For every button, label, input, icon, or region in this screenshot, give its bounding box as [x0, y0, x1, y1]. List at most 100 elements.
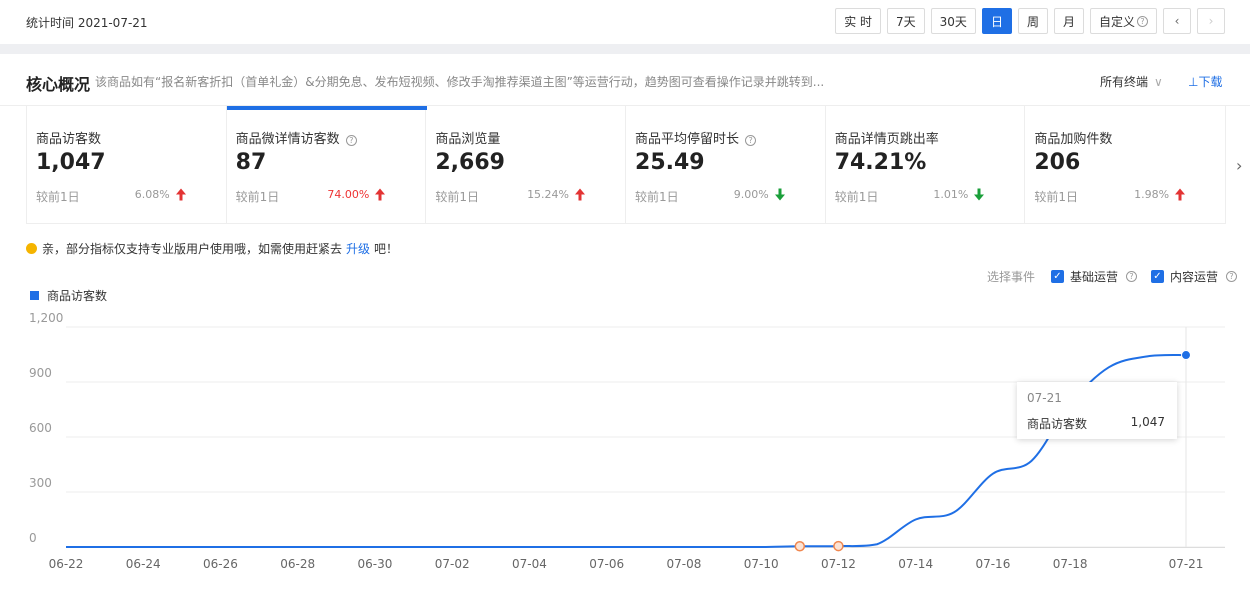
period-month-button[interactable]: 月 [1053, 8, 1084, 34]
period-selector: 实 时 7天 30天 日 周 月 自定义 ? ‹ › [835, 8, 1225, 34]
chevron-right-icon: › [1208, 14, 1214, 28]
x-tick-label: 07-12 [821, 557, 856, 571]
x-tick-label: 07-21 [1169, 557, 1204, 571]
metric-value: 74.21% [834, 150, 927, 175]
event-basic-checkbox[interactable]: ✓ 基础运营 ? [1050, 268, 1137, 285]
custom-label: 自定义 [1098, 14, 1135, 29]
period-custom-button[interactable]: 自定义 ? [1089, 8, 1157, 34]
y-tick-label: 300 [29, 476, 52, 490]
metric-change-percent: 1.98% [1134, 188, 1170, 201]
y-tick-label: 600 [29, 421, 52, 435]
metric-change-percent: 15.24% [527, 188, 570, 201]
chevron-left-icon: ‹ [1174, 14, 1180, 28]
metric-label: 商品详情页跳出率 [834, 132, 939, 147]
x-tick-label: 06-30 [358, 557, 393, 571]
x-tick-label: 07-16 [975, 557, 1010, 571]
x-tick-label: 07-08 [666, 557, 701, 571]
visitor-trend-chart[interactable]: 0 300 600 900 1,200 06-22 06-24 06-26 06-28 06-30… [0, 300, 1250, 596]
period-30d-button[interactable]: 30天 [930, 8, 976, 34]
checkbox-checked-icon: ✓ [1150, 270, 1164, 283]
metric-value: 2,669 [435, 150, 505, 175]
metric-card[interactable]: 商品微详情访客数 ? 87 较前1日 74.00% [226, 106, 427, 223]
arrow-up-icon [175, 188, 186, 201]
metric-compare-label: 较前1日 [435, 190, 479, 204]
arrow-down-icon [774, 188, 785, 201]
x-tick-label: 06-28 [280, 557, 315, 571]
tooltip-value: 1,047 [1130, 415, 1165, 429]
metric-compare-label: 较前1日 [1034, 190, 1078, 204]
notice-text: 亲，部分指标仅支持专业版用户使用哦，如需使用赶紧去 [42, 242, 343, 256]
metric-card[interactable]: 商品详情页跳出率 74.21% 较前1日 1.01% [826, 106, 1026, 223]
help-icon: ? [1137, 15, 1148, 27]
period-7d-button[interactable]: 7天 [887, 8, 925, 34]
event-content-checkbox[interactable]: ✓ 内容运营 ? [1150, 268, 1237, 285]
metric-compare-label: 较前1日 [635, 190, 679, 204]
metric-card[interactable]: 商品加购件数 206 较前1日 1.98% [1025, 106, 1225, 223]
x-tick-label: 06-26 [203, 557, 238, 571]
event-marker [794, 541, 806, 552]
help-icon: ? [1226, 271, 1237, 282]
chart-tooltip: 07-21 商品访客数 1,047 [1017, 382, 1177, 439]
download-link[interactable]: ⊥下载 [1188, 73, 1222, 90]
metric-cards: 商品访客数 1,047 较前1日 6.08% 商品微详情访客数 ? 87 较前1日 74.0… [26, 106, 1226, 224]
period-week-button[interactable]: 周 [1017, 8, 1048, 34]
help-icon: ? [745, 135, 757, 146]
metric-compare-label: 较前1日 [36, 190, 80, 204]
top-bar: 统计时间 2021-07-21 实 时 7天 30天 日 周 月 自定义 ? ‹… [0, 0, 1250, 44]
arrow-up-icon [575, 188, 586, 201]
metric-compare-label: 较前1日 [834, 190, 879, 204]
event-basic-label: 基础运营 [1069, 270, 1118, 284]
event-filter-label: 选择事件 [986, 270, 1035, 284]
arrow-up-icon [1175, 188, 1186, 201]
metric-card[interactable]: 商品平均停留时长 ? 25.49 较前1日 9.00% [626, 106, 826, 223]
metric-label: 商品微详情访客数 ? [236, 128, 357, 147]
data-point-highlight [1181, 350, 1191, 361]
legend-swatch [30, 291, 39, 300]
metric-card[interactable]: 商品浏览量 2,669 较前1日 15.24% [426, 106, 627, 223]
arrow-down-icon [974, 188, 985, 201]
terminal-select-value: 所有终端 [1100, 75, 1149, 89]
metric-change-percent: 74.00% [327, 188, 370, 201]
metric-compare-label: 较前1日 [235, 190, 280, 204]
info-dot-icon [26, 243, 37, 254]
upgrade-link[interactable]: 升级 [346, 240, 370, 257]
section-title: 核心概况 [26, 75, 91, 94]
metric-change-percent: 9.00% [733, 188, 769, 201]
x-tick-label: 07-04 [512, 557, 547, 571]
metric-label: 商品访客数 [36, 132, 102, 147]
chevron-down-icon: ∨ [1154, 75, 1163, 89]
metric-change-percent: 6.08% [134, 188, 170, 201]
event-filter: 选择事件 ✓ 基础运营 ? ✓ 内容运营 ? [987, 268, 1237, 285]
metric-value: 25.49 [635, 150, 705, 175]
period-realtime-button[interactable]: 实 时 [835, 8, 882, 34]
y-tick-label: 1,200 [29, 311, 63, 325]
next-date-button[interactable]: › [1197, 8, 1225, 34]
y-tick-label: 900 [29, 366, 52, 380]
metric-label: 商品浏览量 [435, 132, 501, 147]
metric-change-percent: 1.01% [933, 188, 969, 201]
x-tick-label: 07-06 [589, 557, 624, 571]
metric-label: 商品加购件数 [1034, 132, 1113, 147]
tooltip-series-name: 商品访客数 [1027, 417, 1088, 431]
y-tick-label: 0 [29, 531, 37, 545]
x-tick-label: 07-18 [1053, 557, 1088, 571]
event-marker [833, 540, 844, 552]
help-icon: ? [345, 135, 357, 146]
metric-card[interactable]: 商品访客数 1,047 较前1日 6.08% [27, 106, 227, 223]
notice-text-end: 吧！ [374, 242, 399, 256]
tooltip-date: 07-21 [1027, 391, 1062, 405]
period-day-button[interactable]: 日 [981, 8, 1012, 34]
x-tick-label: 07-14 [898, 557, 933, 571]
metric-value: 1,047 [36, 150, 106, 175]
chevron-right-icon[interactable]: › [1236, 156, 1242, 175]
x-tick-label: 07-10 [744, 557, 779, 571]
help-icon: ? [1125, 271, 1137, 282]
event-content-label: 内容运营 [1169, 270, 1218, 284]
metric-label: 商品平均停留时长 ? [635, 128, 757, 147]
metric-value: 206 [1034, 150, 1081, 175]
core-overview-header: 核心概况 该商品如有“报名新客折扣（首单礼金）&分期免息、发布短视频、修改手淘推… [0, 54, 1250, 106]
terminal-select[interactable]: 所有终端 ∨ [1100, 73, 1163, 90]
stat-time: 统计时间 2021-07-21 [26, 16, 148, 30]
x-tick-label: 07-02 [435, 557, 470, 571]
prev-date-button[interactable]: ‹ [1163, 8, 1191, 34]
